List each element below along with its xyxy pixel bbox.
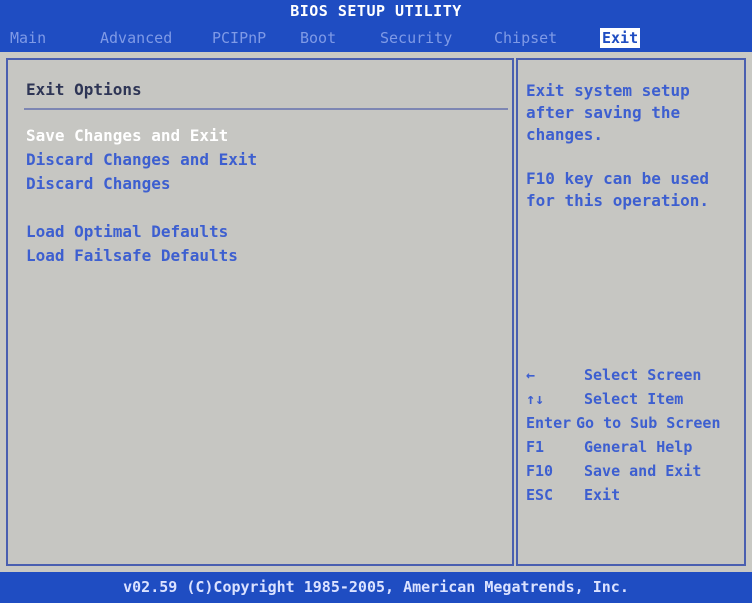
key-name: F1 [526,438,545,456]
key-action: Go to Sub Screen [576,414,721,432]
help-text-line2: F10 key can be used for this operation. [526,169,710,210]
key-action: General Help [584,438,693,456]
key-legend-row: Enter Go to Sub Screen [526,414,721,432]
key-legend-row: ← Select Screen [526,366,701,384]
menu-item-load-optimal-defaults[interactable]: Load Optimal Defaults [26,222,228,241]
section-title: Exit Options [26,80,142,99]
key-name: ESC [526,486,554,504]
key-legend-row: ESC Exit [526,486,620,504]
key-legend-row: F1 General Help [526,438,692,456]
key-name: F10 [526,462,554,480]
key-name: Enter [526,414,572,432]
menu-item-discard-changes-and-exit[interactable]: Discard Changes and Exit [26,150,257,169]
tab-security[interactable]: Security [378,28,454,48]
help-text-line1: Exit system setup after saving the chang… [526,81,690,144]
menu-item-load-failsafe-defaults[interactable]: Load Failsafe Defaults [26,246,238,265]
key-action: Select Screen [584,366,702,384]
key-legend-row: F10 Save and Exit [526,462,701,480]
section-divider [24,108,508,110]
up-down-arrow-icon: ↑↓ [526,390,545,408]
tab-advanced[interactable]: Advanced [98,28,174,48]
tab-exit[interactable]: Exit [600,28,641,48]
menu-item-save-changes-and-exit[interactable]: Save Changes and Exit [26,126,228,145]
tab-main[interactable]: Main [8,28,48,48]
tab-chipset[interactable]: Chipset [492,28,559,48]
copyright-footer: v02.59 (C)Copyright 1985-2005, American … [0,572,752,603]
left-arrow-icon: ← [526,366,536,384]
menu-item-discard-changes[interactable]: Discard Changes [26,174,171,193]
exit-options-panel: Exit Options Save Changes and Exit Disca… [6,58,514,566]
key-action: Exit [584,486,621,504]
tab-boot[interactable]: Boot [298,28,338,48]
key-legend-row: ↑↓ Select Item [526,390,683,408]
tab-bar: Main Advanced PCIPnP Boot Security Chips… [0,22,752,52]
window-title: BIOS SETUP UTILITY [0,0,752,22]
key-action: Select Item [584,390,684,408]
help-description: Exit system setup after saving the chang… [526,80,741,234]
tab-pcipnp[interactable]: PCIPnP [210,28,268,48]
key-action: Save and Exit [584,462,702,480]
help-panel: Exit system setup after saving the chang… [516,58,746,566]
